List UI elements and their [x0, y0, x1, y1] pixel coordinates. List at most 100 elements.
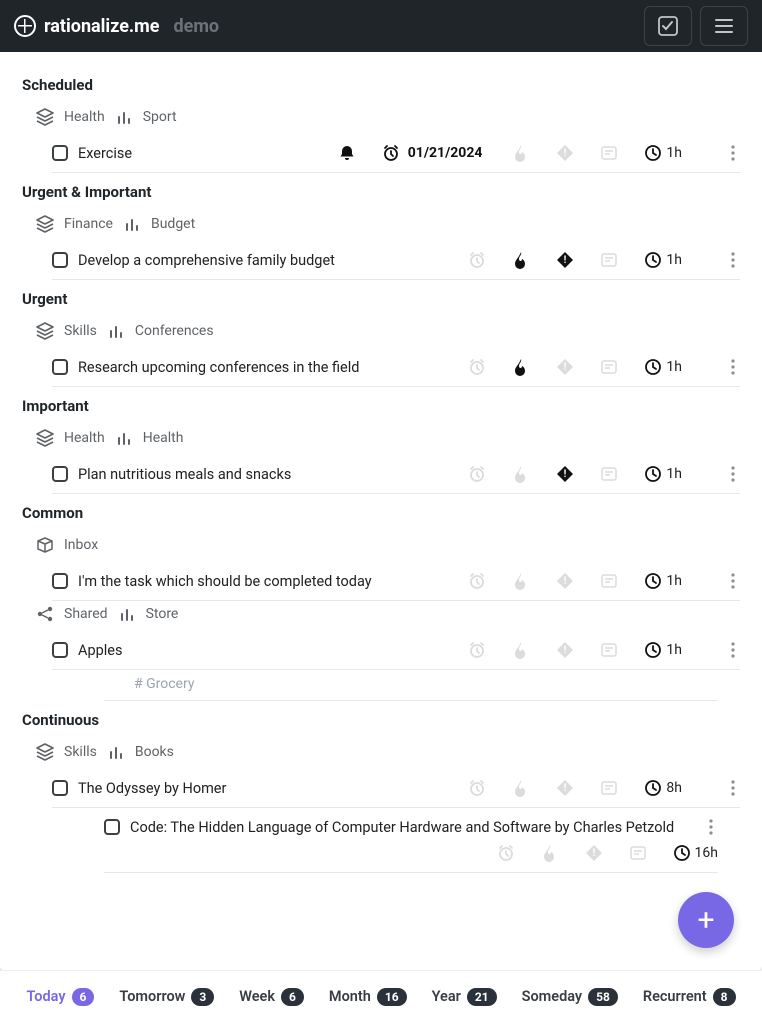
add-task-button[interactable]: + — [678, 892, 734, 948]
task-tag[interactable]: # Grocery — [104, 670, 718, 701]
category-row[interactable]: Health Sport — [0, 104, 762, 134]
category-primary: Health — [64, 109, 105, 125]
task-row[interactable]: Develop a comprehensive family budget 1h — [52, 241, 740, 280]
category-primary: Health — [64, 430, 105, 446]
bars-icon — [107, 322, 125, 340]
important-icon — [556, 779, 574, 797]
task-checkbox[interactable] — [52, 573, 68, 589]
tab-label: Week — [239, 988, 275, 1005]
layers-icon — [36, 108, 54, 126]
tab-month[interactable]: Month 16 — [329, 988, 407, 1006]
task-checkbox[interactable] — [52, 145, 68, 161]
layers-icon — [36, 215, 54, 233]
category-secondary: Store — [146, 606, 179, 622]
section-title: Urgent & Important — [0, 179, 762, 211]
category-row[interactable]: SkillsConferences — [0, 318, 762, 348]
category-primary: Finance — [64, 216, 113, 232]
tab-count-badge: 58 — [588, 988, 618, 1006]
task-checkbox[interactable] — [52, 252, 68, 268]
clock-icon — [644, 251, 662, 269]
category-row[interactable]: Skills Books — [0, 739, 762, 769]
category-row[interactable]: FinanceBudget — [0, 211, 762, 241]
tasks-button[interactable] — [644, 6, 692, 46]
category-primary: Skills — [64, 744, 97, 760]
task-row[interactable]: Exercise 01/21/20241h — [52, 134, 740, 173]
section-title: Continuous — [0, 707, 762, 739]
category-row[interactable]: Inbox — [0, 532, 762, 562]
task-row[interactable]: Research upcoming conferences in the fie… — [52, 348, 740, 387]
task-duration: 1h — [644, 572, 682, 590]
task-checkbox[interactable] — [52, 642, 68, 658]
clock-icon — [644, 572, 662, 590]
note-icon — [600, 779, 618, 797]
task-checkbox[interactable] — [104, 819, 120, 835]
alarm-icon — [468, 465, 486, 483]
tab-tomorrow[interactable]: Tomorrow 3 — [119, 988, 214, 1006]
task-more-button[interactable] — [726, 779, 740, 797]
important-icon — [556, 641, 574, 659]
tab-label: Today — [26, 988, 65, 1005]
important-icon — [556, 358, 574, 376]
fire-icon — [512, 144, 530, 162]
category-row[interactable]: HealthHealth — [0, 425, 762, 455]
section-title: Important — [0, 393, 762, 425]
task-checkbox[interactable] — [52, 466, 68, 482]
fire-icon — [512, 251, 530, 269]
layers-icon — [36, 743, 54, 761]
alarm-icon — [468, 641, 486, 659]
important-icon — [556, 144, 574, 162]
fire-icon — [512, 572, 530, 590]
task-duration: 1h — [644, 641, 682, 659]
task-more-button[interactable] — [704, 818, 718, 836]
tab-count-badge: 6 — [72, 988, 95, 1006]
task-checkbox[interactable] — [52, 359, 68, 375]
task-row[interactable]: Apples 1h — [52, 631, 740, 670]
bars-icon — [107, 743, 125, 761]
tab-someday[interactable]: Someday 58 — [522, 988, 618, 1006]
tab-label: Someday — [522, 988, 583, 1005]
category-secondary: Sport — [143, 109, 177, 125]
fire-icon — [512, 779, 530, 797]
task-row[interactable]: I'm the task which should be completed t… — [52, 562, 740, 601]
tab-week[interactable]: Week 6 — [239, 988, 304, 1006]
category-secondary: Books — [135, 744, 174, 760]
task-row[interactable]: Code: The Hidden Language of Computer Ha… — [104, 808, 718, 836]
category-primary: Shared — [64, 606, 108, 622]
app-header: rationalize.me demo — [0, 0, 762, 52]
task-duration: 16h — [673, 844, 718, 862]
globe-icon — [14, 15, 36, 37]
task-more-button[interactable] — [726, 572, 740, 590]
section: CommonInbox I'm the task which should be… — [0, 500, 762, 701]
category-row[interactable]: Shared Store — [0, 601, 762, 631]
clock-icon — [644, 465, 662, 483]
alarm-icon — [468, 779, 486, 797]
tab-today[interactable]: Today 6 — [26, 988, 94, 1006]
task-title: Exercise — [78, 145, 338, 162]
brand[interactable]: rationalize.me demo — [14, 15, 219, 37]
section: ImportantHealthHealth Plan nutritious me… — [0, 393, 762, 494]
task-row[interactable]: The Odyssey by Homer 8h — [52, 769, 740, 808]
important-icon — [556, 251, 574, 269]
task-more-button[interactable] — [726, 251, 740, 269]
bottom-tabs: Today 6 Tomorrow 3 Week 6 Month 16 Year … — [0, 970, 762, 1022]
section-title: Common — [0, 500, 762, 532]
task-more-button[interactable] — [726, 641, 740, 659]
menu-button[interactable] — [700, 6, 748, 46]
task-more-button[interactable] — [726, 465, 740, 483]
brand-name: rationalize.me — [44, 16, 159, 37]
fire-icon — [541, 844, 559, 862]
important-icon — [585, 844, 603, 862]
alarm-icon — [468, 572, 486, 590]
section: Continuous Skills Books The Odyssey by Hom… — [0, 707, 762, 873]
tab-count-badge: 21 — [467, 988, 497, 1006]
tab-year[interactable]: Year 21 — [432, 988, 497, 1006]
note-icon — [600, 572, 618, 590]
note-icon — [600, 358, 618, 376]
task-more-button[interactable] — [726, 144, 740, 162]
tab-recurrent[interactable]: Recurrent 8 — [643, 988, 736, 1006]
task-checkbox[interactable] — [52, 780, 68, 796]
task-more-button[interactable] — [726, 358, 740, 376]
task-row[interactable]: Plan nutritious meals and snacks 1h — [52, 455, 740, 494]
layers-icon — [36, 322, 54, 340]
main-content: ScheduledHealthSport Exercise 01/21/2024… — [0, 52, 762, 970]
